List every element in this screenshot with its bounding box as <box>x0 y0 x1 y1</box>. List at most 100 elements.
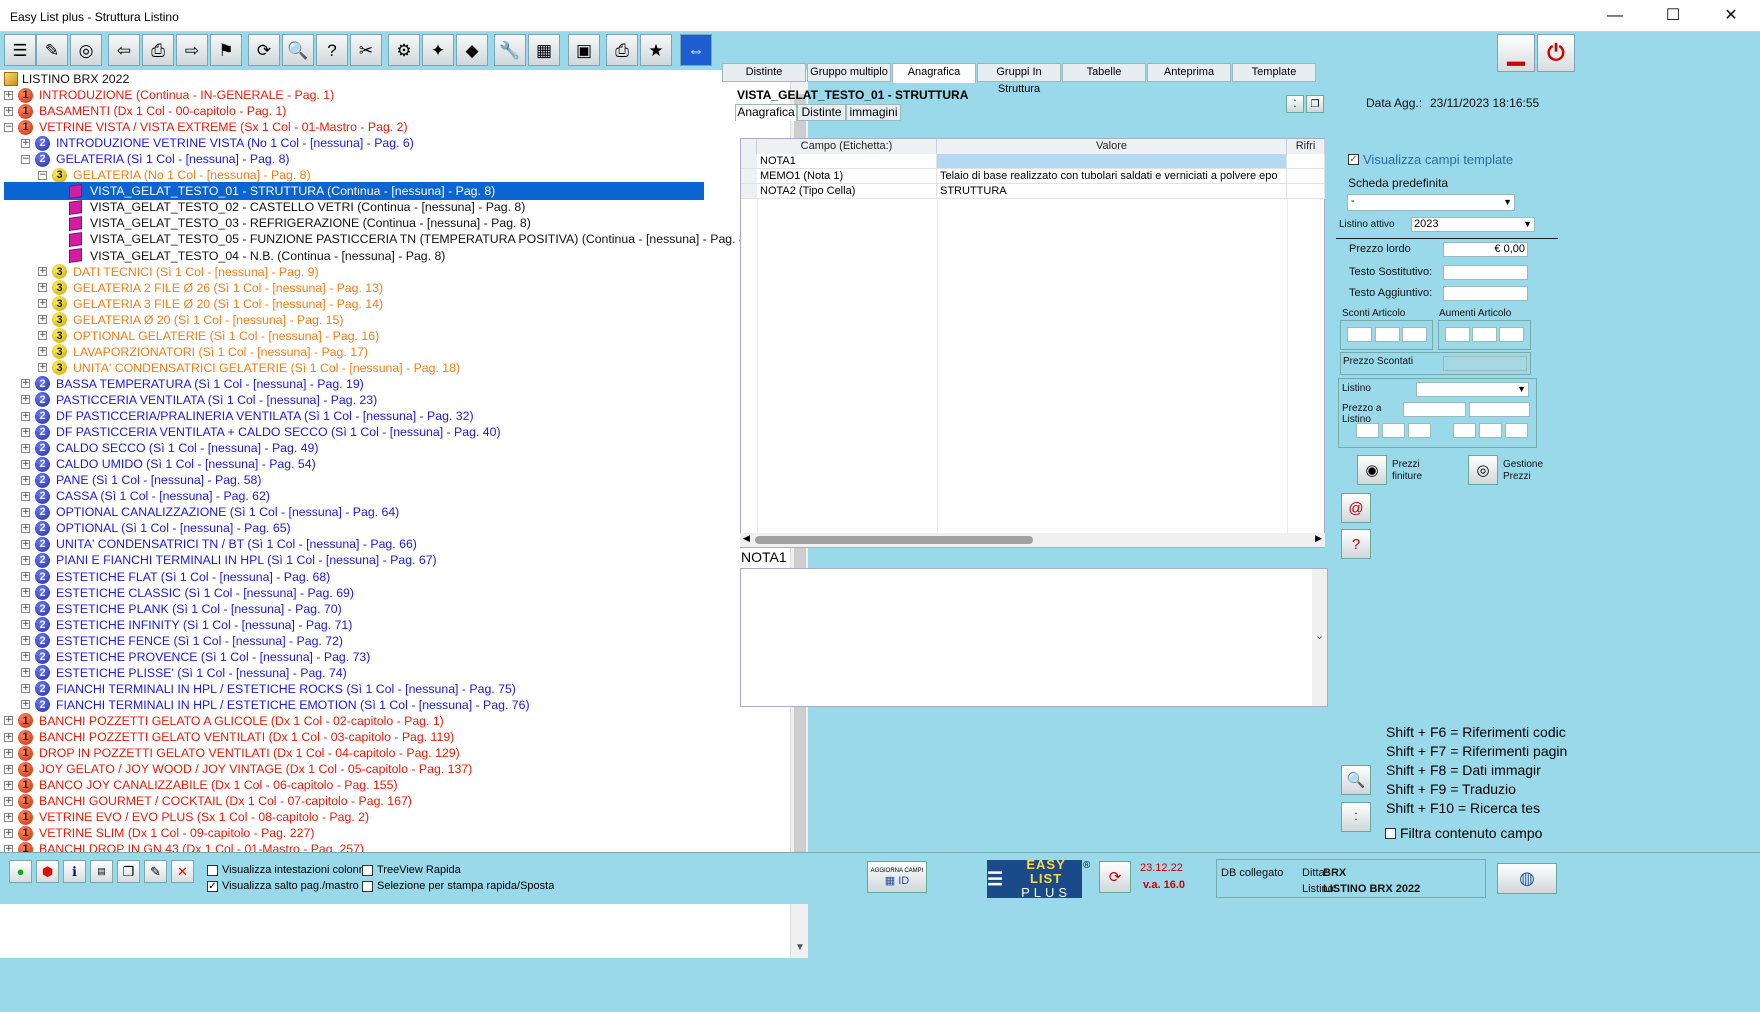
expand-icon[interactable]: + <box>38 315 47 325</box>
expand-icon[interactable]: + <box>21 138 30 148</box>
expand-icon[interactable]: + <box>21 539 30 549</box>
aumento-2-field[interactable] <box>1472 327 1497 342</box>
sconto-1-field[interactable] <box>1347 327 1372 342</box>
expand-icon[interactable]: + <box>21 588 30 598</box>
flag-button[interactable]: ⚑ <box>210 34 242 66</box>
expand-icon[interactable]: + <box>38 267 47 277</box>
doc-button[interactable]: ⎙ <box>142 34 174 66</box>
listino-sub-6[interactable] <box>1505 423 1528 438</box>
expand-icon[interactable]: + <box>4 716 13 726</box>
listino-sub-5[interactable] <box>1479 423 1502 438</box>
expand-icon[interactable]: + <box>4 780 13 790</box>
expand-icon[interactable]: + <box>21 395 30 405</box>
grid-header[interactable]: Valore <box>937 139 1287 154</box>
testo-aggiuntivo-field[interactable] <box>1443 286 1528 301</box>
exit-red-button[interactable]: ⇦ <box>108 34 140 66</box>
star-doc-button[interactable]: ★ <box>640 34 672 66</box>
expand-icon[interactable]: + <box>21 620 30 630</box>
structure-tree[interactable]: LISTINO BRX 2022 +1 INTRODUZIONE (Continu… <box>0 70 808 958</box>
grid-cell-valore[interactable]: STRUTTURA <box>937 184 1287 199</box>
listino-sub-3[interactable] <box>1408 423 1431 438</box>
dial-button[interactable]: ◎ <box>70 34 102 66</box>
scroll-right-icon[interactable]: ▶ <box>1315 533 1322 544</box>
row-header[interactable] <box>741 154 757 169</box>
wrench-button[interactable]: 🔧 <box>494 34 526 66</box>
printer-button[interactable]: ⎙ <box>606 34 638 66</box>
expand-icon[interactable]: + <box>21 572 30 581</box>
aumento-1-field[interactable] <box>1445 327 1470 342</box>
copy-icon[interactable]: ❐ <box>1306 95 1324 113</box>
expand-icon[interactable]: + <box>4 828 13 838</box>
search-button[interactable]: 🔍 <box>282 34 314 66</box>
window-button[interactable]: ▣ <box>568 34 600 66</box>
minimize-button[interactable]: — <box>1586 0 1644 32</box>
grid-cell-rifri[interactable] <box>1287 169 1325 184</box>
prezzo-lordo-field[interactable]: € 0,00 <box>1443 242 1528 257</box>
listino-sub-2[interactable] <box>1382 423 1405 438</box>
collapse-icon[interactable]: − <box>4 122 13 132</box>
listino-select[interactable]: ▼ <box>1416 382 1529 397</box>
tools-button[interactable]: ✂ <box>350 34 382 66</box>
fields-grid[interactable]: Campo (Etichetta:) Valore Rifri NOTA1 MEMO1 … <box>740 138 1325 548</box>
visualizza-intestazioni-checkbox[interactable]: Visualizza intestazioni colonne <box>207 864 371 876</box>
expand-icon[interactable]: + <box>21 636 30 646</box>
tab-anagrafica[interactable]: Anagrafica <box>892 63 976 83</box>
expand-icon[interactable]: + <box>21 555 30 565</box>
grid-cell-campo[interactable]: MEMO1 (Nota 1) <box>757 169 937 184</box>
close-window-button[interactable]: ✕ <box>1702 0 1760 32</box>
grid-cell-valore[interactable] <box>937 154 1287 169</box>
expand-icon[interactable]: + <box>4 812 13 822</box>
selezione-stampa-checkbox[interactable]: Selezione per stampa rapida/Sposta <box>362 880 554 892</box>
expand-icon[interactable]: + <box>21 700 30 710</box>
aggiorna-campi-button[interactable]: AGGIORNA CAMPI ▦ ID <box>867 861 927 893</box>
expand-icon[interactable]: + <box>21 475 30 485</box>
testo-sostitutivo-field[interactable] <box>1443 265 1528 280</box>
edit-button[interactable]: ✎ <box>36 34 68 66</box>
expand-icon[interactable]: + <box>21 443 30 453</box>
sconto-3-field[interactable] <box>1402 327 1427 342</box>
expand-icon[interactable]: + <box>21 604 30 614</box>
collapse-icon[interactable]: − <box>38 170 47 180</box>
visualizza-salto-checkbox[interactable]: ✓ Visualizza salto pag./mastro <box>207 880 359 892</box>
expand-icon[interactable]: + <box>4 732 13 742</box>
row-header[interactable] <box>741 169 757 184</box>
sconto-2-field[interactable] <box>1375 327 1400 342</box>
copy-button[interactable]: ❐ <box>117 860 140 883</box>
visualizza-template-checkbox[interactable]: ✓ Visualizza campi template <box>1348 152 1513 167</box>
row-header[interactable] <box>741 184 757 199</box>
aumento-3-field[interactable] <box>1499 327 1524 342</box>
minimize-app-button[interactable]: ▁ <box>1497 34 1535 72</box>
nota-textarea[interactable]: ⌄ <box>740 568 1328 707</box>
listino-sub-1[interactable] <box>1356 423 1379 438</box>
forward-button[interactable]: ⇨ <box>176 34 208 66</box>
expand-icon[interactable]: + <box>38 363 47 373</box>
puzzle-button[interactable]: ✦ <box>422 34 454 66</box>
grid-cell-campo[interactable]: NOTA2 (Tipo Cella) <box>757 184 937 199</box>
code-icon[interactable]: ⁚ <box>1286 95 1304 113</box>
tab-tabelle[interactable]: Tabelle <box>1062 63 1146 82</box>
delete-button[interactable]: ✕ <box>171 860 194 883</box>
email-button[interactable]: @ <box>1341 493 1371 523</box>
expand-icon[interactable]: + <box>21 427 30 437</box>
expand-icon[interactable]: + <box>21 668 30 678</box>
expand-icon[interactable]: + <box>21 652 30 662</box>
gear-button[interactable]: ⚙ <box>388 34 420 66</box>
prezzo-listino-2-field[interactable] <box>1469 402 1530 417</box>
calendar-button[interactable]: ▤ <box>90 860 113 883</box>
expand-icon[interactable]: + <box>38 299 47 309</box>
update-button[interactable]: ⟳ <box>1099 861 1131 893</box>
grid-cell-campo[interactable]: NOTA1 <box>757 154 937 169</box>
search-button[interactable]: 🔍 <box>1341 765 1371 795</box>
expand-icon[interactable]: + <box>21 379 30 389</box>
subtab-distinte[interactable]: Distinte <box>797 104 846 121</box>
grid-button[interactable]: ▦ <box>528 34 560 66</box>
expand-icon[interactable]: + <box>4 748 13 758</box>
listino-sub-4[interactable] <box>1453 423 1476 438</box>
prezzo-listino-1-field[interactable] <box>1403 402 1466 417</box>
listino-attivo-select[interactable]: 2023 ▼ <box>1411 217 1535 232</box>
green-light-button[interactable]: ● <box>9 860 32 883</box>
expand-icon[interactable]: + <box>4 106 13 116</box>
expand-icon[interactable]: + <box>38 347 47 357</box>
scroll-down-icon[interactable]: ▼ <box>791 942 809 953</box>
refresh-button[interactable]: ⟳ <box>248 34 280 66</box>
